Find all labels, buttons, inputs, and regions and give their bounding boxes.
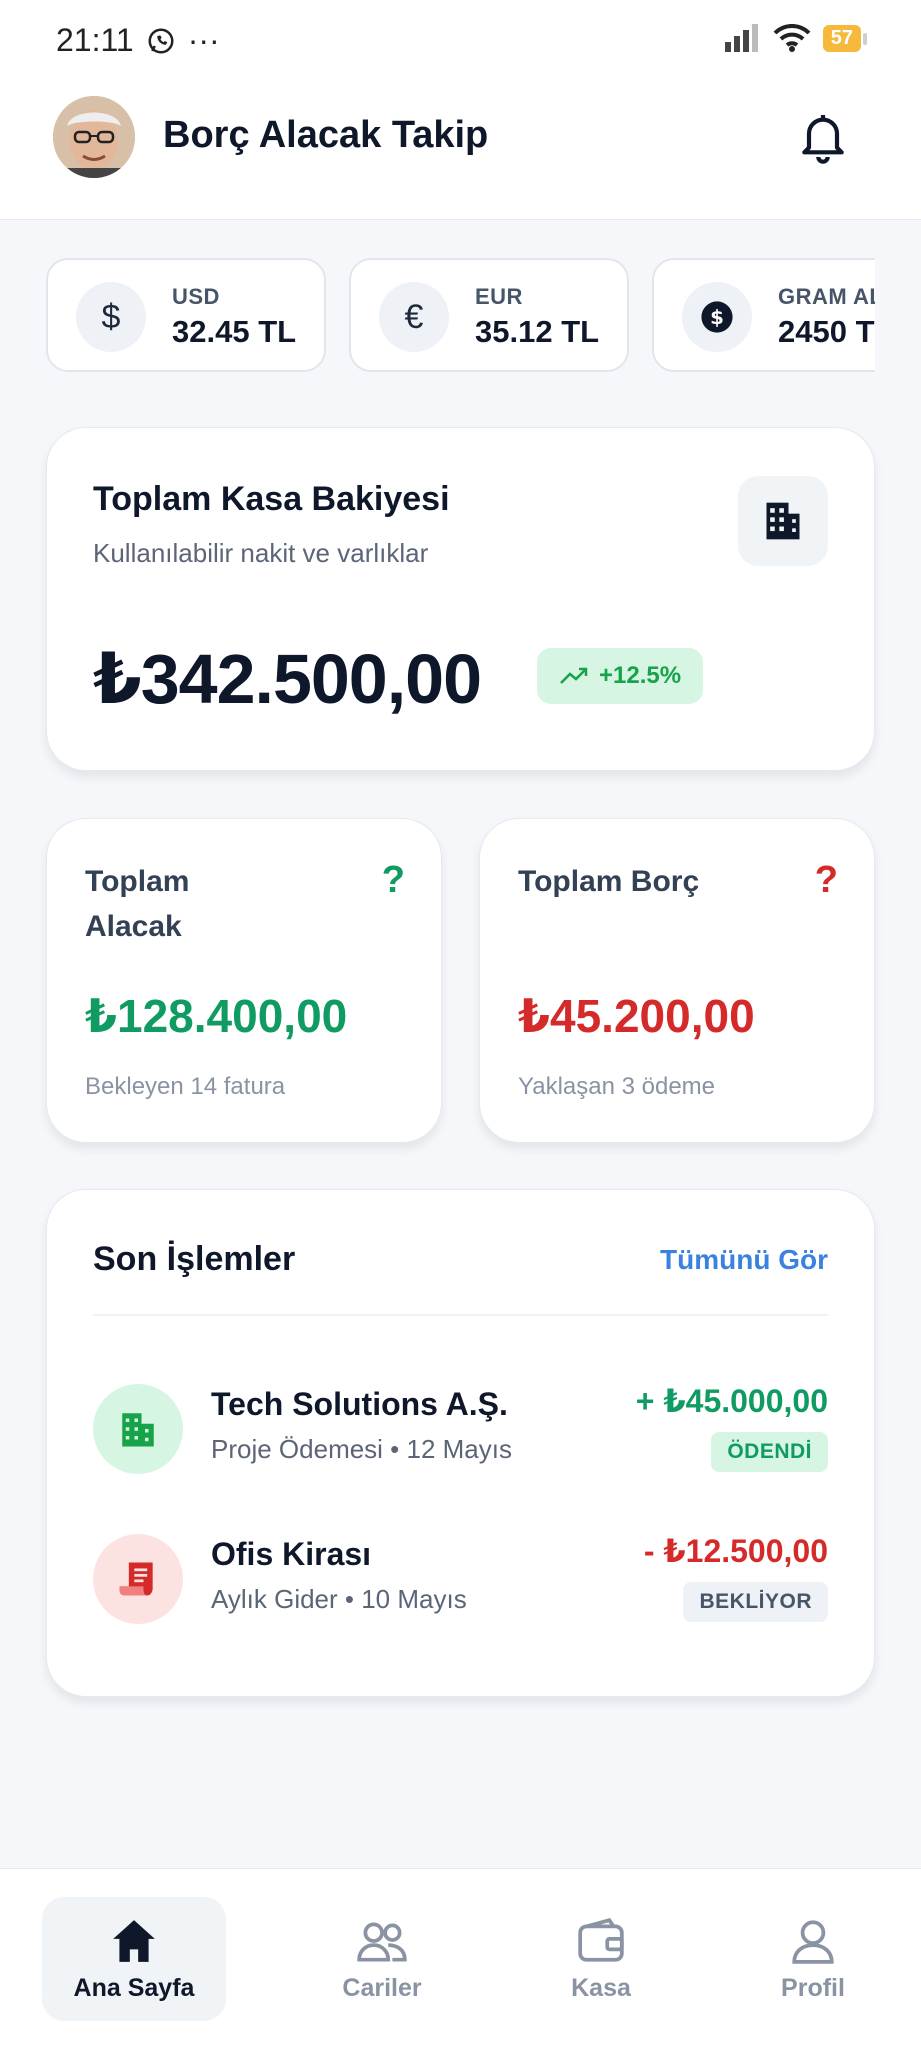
total-receivable-card[interactable]: Toplam Alacak ? ₺128.400,00 Bekleyen 14 … (46, 818, 442, 1143)
dollar-icon: $ (76, 282, 146, 352)
nav-item-cash[interactable]: Kasa (509, 1897, 693, 2021)
recent-transactions-card: Son İşlemler Tümünü Gör Tech Solutions A… (46, 1189, 875, 1697)
help-icon[interactable]: ? (382, 859, 405, 902)
balance-change-badge: +12.5% (537, 648, 704, 704)
svg-text:$: $ (710, 306, 724, 329)
transaction-amount: - ₺12.500,00 (643, 1533, 828, 1569)
help-icon[interactable]: ? (815, 859, 838, 902)
nav-label: Kasa (571, 1973, 631, 2002)
divider (93, 1314, 828, 1316)
home-icon (113, 1919, 155, 1962)
rate-card-eur[interactable]: € EUR 35.12 TL (349, 258, 629, 372)
receipt-icon (93, 1534, 183, 1624)
nav-label: Ana Sayfa (73, 1973, 195, 2002)
balance-change-value: +12.5% (599, 662, 682, 689)
rate-value: 35.12 TL (475, 314, 600, 349)
euro-icon: € (379, 282, 449, 352)
transaction-amount: + ₺45.000,00 (635, 1383, 828, 1419)
exchange-rates-strip[interactable]: $ USD 32.45 TL € EUR 35.12 TL $ GRAM AL … (46, 258, 875, 376)
rate-code: EUR (475, 284, 523, 309)
receivable-amount: ₺128.400,00 (85, 990, 348, 1042)
nav-item-accounts[interactable]: Cariler (290, 1897, 474, 2021)
balance-subtitle: Kullanılabilir nakit ve varlıklar (93, 538, 429, 568)
transaction-name: Tech Solutions A.Ş. (211, 1386, 508, 1422)
transaction-meta: Proje Ödemesi • 12 Mayıs (211, 1434, 512, 1464)
nav-label: Cariler (342, 1973, 422, 2002)
battery-indicator: 57 (822, 24, 868, 52)
page-title: Borç Alacak Takip (163, 114, 489, 156)
receivable-subtitle: Bekleyen 14 fatura (85, 1073, 286, 1100)
wifi-icon (773, 24, 811, 52)
rate-code: USD (172, 284, 220, 309)
rate-card-gold[interactable]: $ GRAM AL 2450 T (652, 258, 875, 372)
rate-value: 32.45 TL (172, 314, 297, 349)
total-balance-card[interactable]: Toplam Kasa Bakiyesi Kullanılabilir naki… (46, 427, 875, 771)
rate-value: 2450 T (778, 314, 875, 349)
building-icon (93, 1384, 183, 1474)
section-title: Son İşlemler (93, 1240, 296, 1278)
rate-card-usd[interactable]: $ USD 32.45 TL (46, 258, 326, 372)
bell-icon (802, 115, 844, 164)
payable-subtitle: Yaklaşan 3 ödeme (518, 1073, 716, 1100)
transaction-row[interactable]: Ofis Kirası Aylık Gider • 10 Mayıs - ₺12… (93, 1528, 828, 1628)
receivable-title: Toplam Alacak (85, 865, 190, 943)
transaction-name: Ofis Kirası (211, 1536, 372, 1572)
building-icon (738, 476, 828, 566)
see-all-link[interactable]: Tümünü Gör (660, 1244, 828, 1276)
app-header: Borç Alacak Takip (0, 80, 921, 220)
payable-title: Toplam Borç (518, 865, 700, 898)
transaction-meta: Aylık Gider • 10 Mayıs (211, 1584, 467, 1614)
status-badge: ÖDENDİ (711, 1432, 828, 1472)
status-bar: 21:11 ··· 57 (0, 0, 921, 80)
payable-amount: ₺45.200,00 (518, 990, 755, 1042)
balance-amount: ₺342.500,00 (93, 640, 482, 718)
nav-item-home[interactable]: Ana Sayfa (42, 1897, 226, 2021)
rate-code: GRAM AL (778, 284, 875, 309)
wallet-icon (578, 1917, 624, 1962)
notification-button[interactable] (795, 108, 851, 164)
balance-title: Toplam Kasa Bakiyesi (93, 480, 450, 518)
trending-up-icon (560, 667, 588, 684)
whatsapp-icon (148, 28, 174, 53)
status-more-dots: ··· (187, 22, 220, 58)
total-payable-card[interactable]: Toplam Borç ? ₺45.200,00 Yaklaşan 3 ödem… (479, 818, 875, 1143)
signal-icon (724, 24, 758, 52)
coin-icon: $ (682, 282, 752, 352)
transaction-row[interactable]: Tech Solutions A.Ş. Proje Ödemesi • 12 M… (93, 1378, 828, 1478)
nav-item-profile[interactable]: Profil (721, 1897, 905, 2021)
user-icon (792, 1919, 834, 1964)
status-time: 21:11 (56, 22, 134, 58)
status-badge: BEKLİYOR (683, 1582, 828, 1622)
nav-label: Profil (781, 1973, 845, 2002)
users-icon (357, 1922, 407, 1962)
avatar[interactable] (53, 96, 135, 178)
bottom-navigation: Ana Sayfa Cariler Kasa Profil (0, 1868, 921, 2048)
